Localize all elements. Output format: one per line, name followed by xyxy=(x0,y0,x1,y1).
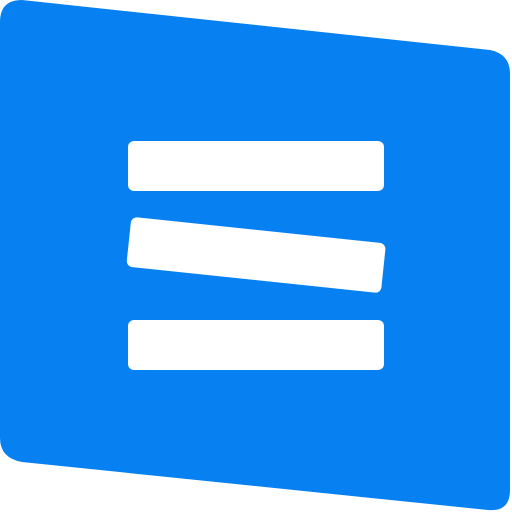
logo-bar-top xyxy=(128,141,384,191)
app-logo-icon xyxy=(0,0,510,511)
logo-bar-bottom xyxy=(128,320,384,370)
app-logo xyxy=(0,0,512,512)
